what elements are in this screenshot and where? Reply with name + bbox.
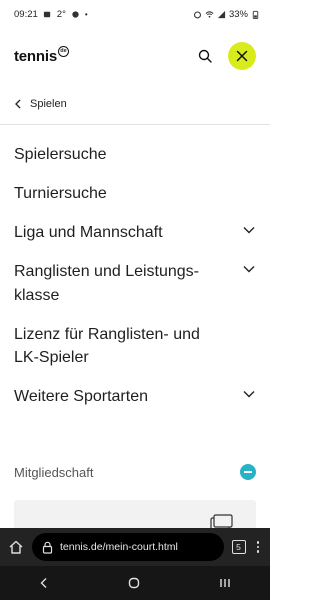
- back-label: Spielen: [30, 98, 67, 110]
- dot-icon: •: [84, 9, 88, 19]
- tennis-logo[interactable]: tennis de: [14, 45, 69, 65]
- more-options-icon[interactable]: [254, 541, 263, 553]
- membership-section[interactable]: Mitgliedschaft: [14, 464, 256, 480]
- url-field[interactable]: tennis.de/mein-court.html: [32, 533, 224, 561]
- menu-item-lizenz[interactable]: Lizenz für Ranglisten- und LK-Spieler: [14, 323, 256, 370]
- menu-item-label-line1: Ranglisten und Leistungs-: [14, 263, 200, 280]
- header-actions: [196, 42, 256, 70]
- back-link[interactable]: Spielen: [14, 90, 67, 118]
- menu-item-label-line1: Lizenz für Ranglisten- und: [14, 325, 200, 343]
- status-left: 09:21 2° •: [14, 9, 88, 20]
- menu-item-weitere-sportarten[interactable]: Weitere Sportarten: [14, 385, 256, 409]
- status-temperature: 2°: [56, 8, 66, 20]
- back-nav-icon[interactable]: [39, 577, 49, 589]
- status-right: 33%: [193, 9, 260, 20]
- menu-item-label: Lizenz für Ranglisten- und LK-Spieler: [14, 323, 200, 370]
- status-time: 09:21: [14, 8, 38, 20]
- collapse-toggle[interactable]: [240, 464, 256, 480]
- divider: [0, 124, 270, 125]
- chevron-down-icon[interactable]: [242, 223, 256, 237]
- minus-icon: [244, 471, 252, 473]
- battery-icon: [251, 10, 260, 19]
- menu-item-label-line2: LK-Spieler: [14, 349, 89, 366]
- menu-item-turniersuche[interactable]: Turniersuche: [14, 182, 256, 206]
- lock-icon: [42, 541, 53, 554]
- notification-icon: [43, 10, 52, 19]
- system-nav-bar: [0, 566, 270, 600]
- close-icon: [236, 50, 248, 62]
- battery-percent: 33%: [228, 8, 248, 20]
- nav-menu: Spielersuche Turniersuche Liga und Manns…: [14, 143, 256, 409]
- search-button[interactable]: [196, 47, 214, 65]
- chevron-down-icon[interactable]: [242, 387, 256, 401]
- menu-item-label: Ranglisten und Leistungs- klasse: [14, 260, 199, 307]
- membership-label: Mitgliedschaft: [14, 464, 94, 480]
- url-text: tennis.de/mein-court.html: [60, 541, 178, 553]
- menu-item-spielersuche[interactable]: Spielersuche: [14, 143, 256, 167]
- site-header: tennis de: [0, 28, 270, 84]
- menu-item-liga-und-mannschaft[interactable]: Liga und Mannschaft: [14, 221, 256, 245]
- chevron-left-icon: [15, 99, 21, 109]
- search-icon: [198, 49, 212, 63]
- menu-item-label: Weitere Sportarten: [14, 388, 148, 405]
- chevron-down-icon[interactable]: [242, 262, 256, 276]
- menu-item-label: Turniersuche: [14, 185, 107, 202]
- app-notification-icon: [71, 10, 80, 19]
- status-bar: 09:21 2° • 33%: [0, 0, 270, 28]
- home-icon[interactable]: [8, 539, 24, 555]
- menu-item-label-line2: klasse: [14, 286, 60, 304]
- home-nav-icon[interactable]: [128, 577, 140, 589]
- signal-icon: [217, 10, 226, 19]
- menu-item-label: Liga und Mannschaft: [14, 224, 163, 241]
- close-menu-button[interactable]: [228, 42, 256, 70]
- menu-item-label: Spielersuche: [14, 146, 107, 163]
- logo-badge: de: [57, 45, 69, 57]
- logo-text: tennis: [14, 47, 57, 65]
- recents-nav-icon[interactable]: [219, 577, 231, 589]
- tab-switcher-button[interactable]: 5: [231, 540, 246, 554]
- browser-bar: tennis.de/mein-court.html 5: [0, 528, 270, 566]
- alarm-icon: [193, 10, 202, 19]
- wifi-icon: [205, 10, 214, 19]
- menu-item-ranglisten[interactable]: Ranglisten und Leistungs- klasse: [14, 260, 256, 307]
